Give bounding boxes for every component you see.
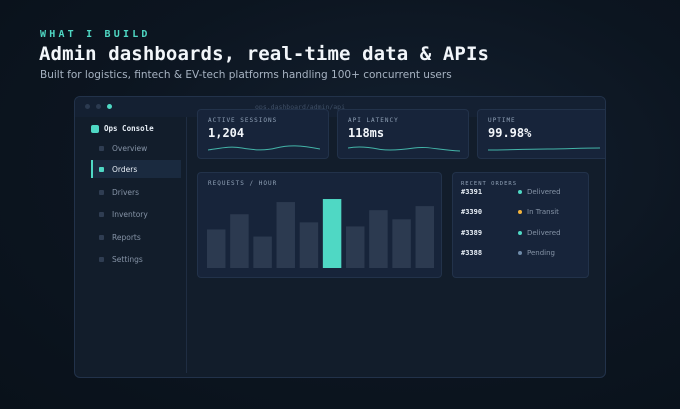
stat-label: ACTIVE SESSIONS (208, 117, 278, 124)
order-status: Delivered (527, 188, 561, 196)
sidebar-item-drivers[interactable]: Drivers (91, 183, 181, 201)
nav-square-icon (99, 166, 104, 172)
sidebar-item-reports[interactable]: Reports (91, 228, 181, 246)
chart-bar[interactable] (346, 226, 365, 268)
stat-label: UPTIME (488, 117, 516, 124)
nav-square-icon (99, 211, 104, 217)
logo-icon (91, 124, 99, 133)
stat-value: 1,204 (208, 126, 245, 140)
order-status: In Transit (527, 208, 559, 216)
chart-bar[interactable] (253, 236, 272, 268)
stat-card-uptime: UPTIME 99.98% (477, 109, 605, 159)
status-dot-icon (518, 251, 522, 255)
chart-bar[interactable] (415, 206, 434, 268)
requests-chart-card: REQUESTS / HOUR (197, 172, 442, 278)
sparkline (488, 147, 600, 151)
nav-square-icon (99, 256, 104, 262)
status-dot-icon (518, 190, 522, 194)
hero-subline: Built for logistics, fintech & EV-tech p… (40, 69, 452, 81)
requests-bar-chart (207, 199, 434, 268)
chart-bar[interactable] (299, 222, 319, 268)
order-id: #3391 (461, 188, 483, 196)
order-row[interactable]: #3391 Delivered (461, 187, 586, 197)
chart-bar[interactable] (207, 229, 226, 268)
order-id: #3388 (461, 249, 483, 257)
sidebar-item-settings[interactable]: Settings (91, 250, 181, 268)
order-id: #3389 (461, 229, 483, 237)
sidebar-item-label: Drivers (112, 187, 139, 197)
nav-square-icon (99, 189, 104, 195)
stat-value: 118ms (348, 126, 385, 140)
chart-bar[interactable] (276, 202, 295, 268)
window-control-dot[interactable] (96, 104, 101, 109)
order-id: #3390 (461, 208, 483, 216)
window-control-dot[interactable] (85, 104, 90, 109)
stat-value: 99.98% (488, 126, 532, 140)
nav-square-icon (99, 234, 104, 240)
sidebar-item-orders[interactable]: Orders (91, 160, 181, 178)
order-status: Delivered (527, 229, 561, 237)
order-row[interactable]: #3389 Delivered (461, 228, 586, 238)
sidebar-brand[interactable]: Ops Console (91, 124, 154, 133)
status-dot-icon (518, 210, 522, 214)
chart-bar-highlight[interactable] (322, 199, 342, 268)
hero-eyebrow: WHAT I BUILD (40, 29, 151, 40)
window-control-dot-active[interactable] (107, 104, 112, 109)
sparkline (208, 145, 320, 151)
stat-card-active-sessions: ACTIVE SESSIONS 1,204 (197, 109, 329, 159)
chart-bar[interactable] (369, 210, 388, 268)
stat-label: API LATENCY (348, 117, 399, 124)
sidebar-item-overview[interactable]: Overview (91, 139, 181, 157)
sidebar-item-label: Inventory (112, 209, 148, 219)
sidebar-item-label: Reports (112, 232, 141, 242)
order-status: Pending (527, 249, 555, 257)
brand-label: Ops Console (104, 124, 154, 133)
sidebar-item-label: Settings (112, 254, 143, 264)
status-dot-icon (518, 231, 522, 235)
sparkline (348, 146, 460, 152)
nav-square-icon (99, 145, 104, 151)
sidebar-item-label: Overview (112, 143, 148, 153)
chart-bar[interactable] (392, 219, 411, 268)
chart-bar[interactable] (230, 214, 249, 268)
order-row[interactable]: #3388 Pending (461, 248, 586, 258)
stat-card-api-latency: API LATENCY 118ms (337, 109, 469, 159)
recent-orders-card: RECENT ORDERS #3391 Delivered #3390 In T… (452, 172, 589, 278)
hero-headline: Admin dashboards, real-time data & APIs (39, 43, 490, 65)
sidebar: Ops Console Overview Orders Drivers Inve… (75, 117, 187, 373)
dashboard-window: ops.dashboard/admin/api Ops Console Over… (74, 96, 606, 378)
order-row[interactable]: #3390 In Transit (461, 207, 586, 217)
sidebar-item-inventory[interactable]: Inventory (91, 205, 181, 223)
sidebar-item-label: Orders (112, 164, 138, 174)
